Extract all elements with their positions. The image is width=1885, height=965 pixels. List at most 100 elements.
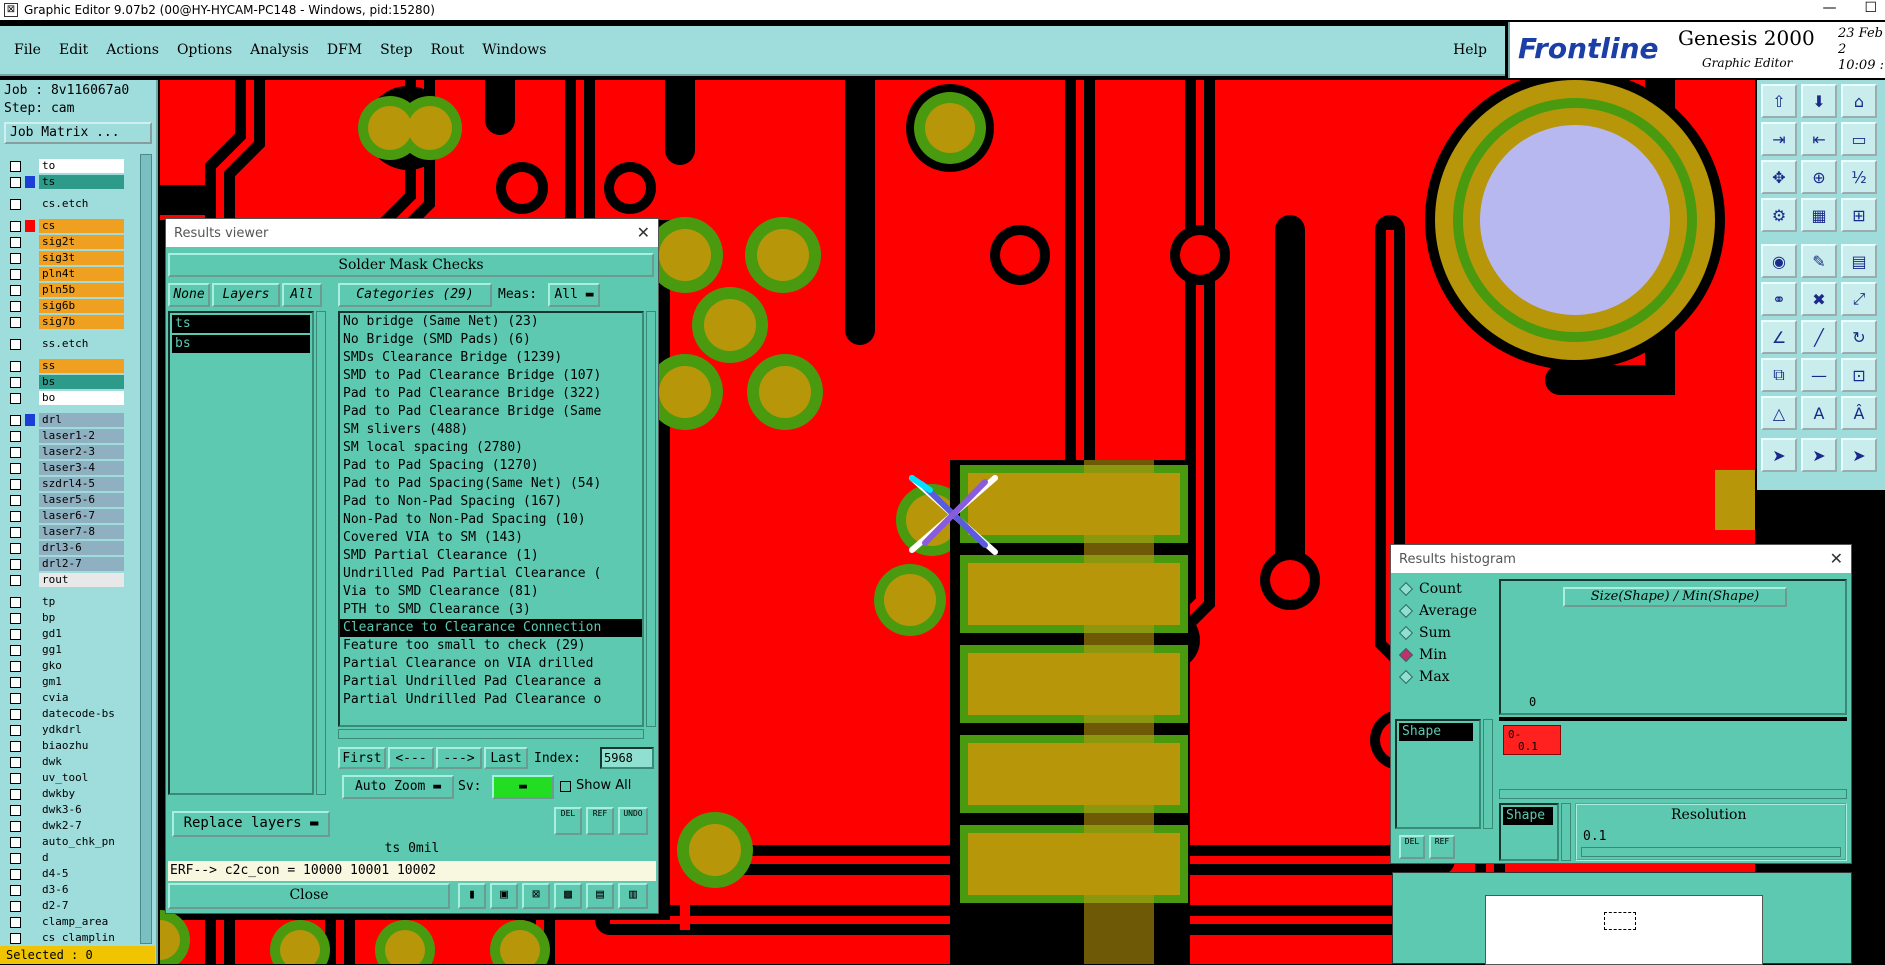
resolution-slider[interactable] [1581, 847, 1841, 857]
layer-row[interactable]: tp [6, 594, 124, 610]
layer-checkbox[interactable] [10, 360, 21, 372]
zoom-out-icon[interactable]: ⇤ [1801, 122, 1837, 156]
category-item[interactable]: Pad to Pad Clearance Bridge (Same [340, 403, 642, 421]
next-button[interactable]: ---> [436, 747, 482, 769]
layer-row[interactable]: bs [6, 374, 124, 390]
layer-checkbox[interactable] [10, 494, 21, 506]
layer-checkbox[interactable] [10, 836, 21, 848]
layer-row[interactable]: dwk3-6 [6, 802, 124, 818]
layer-name[interactable]: ydkdrl [39, 723, 124, 737]
result-layer-bs[interactable]: bs [172, 335, 310, 353]
layer-row[interactable]: d2-7 [6, 898, 124, 914]
pointer-move-icon[interactable]: ➤ [1841, 438, 1877, 472]
no-report-icon[interactable]: ⊠ [522, 883, 550, 909]
grid-icon[interactable]: ▦ [1801, 198, 1837, 232]
layer-checkbox[interactable] [10, 446, 21, 458]
result-layer-ts[interactable]: ts [172, 315, 310, 333]
all-button[interactable]: All [282, 283, 322, 307]
layer-checkbox[interactable] [10, 660, 21, 672]
arc-icon[interactable]: ↻ [1841, 320, 1877, 354]
edit-icon[interactable]: ✎ [1801, 244, 1837, 278]
show-all-checkbox[interactable] [560, 781, 571, 792]
layer-checkbox[interactable] [10, 176, 21, 188]
overview-view-box[interactable] [1604, 912, 1636, 930]
layers-button[interactable]: Layers [212, 283, 280, 307]
layer-row[interactable]: gg1 [6, 642, 124, 658]
job-matrix-button[interactable]: Job Matrix ... [4, 122, 152, 144]
layer-checkbox[interactable] [10, 740, 21, 752]
category-item[interactable]: Pad to Pad Spacing(Same Net) (54) [340, 475, 642, 493]
layer-checkbox[interactable] [10, 284, 21, 296]
layer-checkbox[interactable] [10, 692, 21, 704]
index-input[interactable]: 5968 [600, 747, 654, 769]
layer-checkbox[interactable] [10, 198, 21, 210]
histogram-icon[interactable]: ▥ [618, 883, 648, 909]
layer-checkbox[interactable] [10, 316, 21, 328]
layer-row[interactable]: ydkdrl [6, 722, 124, 738]
layer-row[interactable]: laser3-4 [6, 460, 124, 476]
layer-row[interactable]: cs [6, 218, 124, 234]
layer-name[interactable]: sig6b [39, 299, 124, 313]
category-item[interactable]: Clearance to Clearance Connection [340, 619, 642, 637]
layer-checkbox[interactable] [10, 916, 21, 928]
layer-checkbox[interactable] [10, 628, 21, 640]
layer-row[interactable]: ss [6, 358, 124, 374]
layer-name[interactable]: bo [39, 391, 124, 405]
line-icon[interactable]: ╱ [1801, 320, 1837, 354]
menu-help[interactable]: Help [1453, 42, 1487, 58]
layer-name[interactable]: d2-7 [39, 899, 124, 913]
shape-list[interactable]: Shape [1395, 719, 1481, 829]
menu-edit[interactable]: Edit [59, 42, 88, 58]
layer-name[interactable]: dwk3-6 [39, 803, 124, 817]
layer-row[interactable]: bp [6, 610, 124, 626]
category-item[interactable]: SM local spacing (2780) [340, 439, 642, 457]
layer-checkbox[interactable] [10, 772, 21, 784]
categories-button[interactable]: Categories (29) [338, 283, 492, 307]
category-item[interactable]: SM slivers (488) [340, 421, 642, 439]
layer-name[interactable]: laser2-3 [39, 445, 124, 459]
layer-checkbox[interactable] [10, 510, 21, 522]
overview-map[interactable] [1485, 895, 1763, 965]
layer-name[interactable]: drl2-7 [39, 557, 124, 571]
last-button[interactable]: Last [484, 747, 528, 769]
category-item[interactable]: SMD to Pad Clearance Bridge (107) [340, 367, 642, 385]
layer-checkbox[interactable] [10, 676, 21, 688]
frame-icon[interactable]: ⊡ [1841, 358, 1877, 392]
layer-checkbox[interactable] [10, 220, 21, 232]
histogram-option-max[interactable]: Max [1398, 669, 1450, 685]
pointer-select-icon[interactable]: ➤ [1801, 438, 1837, 472]
layer-name[interactable]: gg1 [39, 643, 124, 657]
category-item[interactable]: Via to SMD Clearance (81) [340, 583, 642, 601]
layer-row[interactable]: cs clamplin [6, 930, 124, 946]
layer-name[interactable]: dwkby [39, 787, 124, 801]
layer-row[interactable]: drl2-7 [6, 556, 124, 572]
layer-name[interactable]: pln4t [39, 267, 124, 281]
close-icon[interactable]: ✕ [1830, 549, 1843, 568]
meas-select[interactable]: All ▬ [548, 283, 600, 307]
text-box-icon[interactable]: Â [1841, 396, 1877, 430]
ruler-icon[interactable]: ▤ [1841, 244, 1877, 278]
layer-name[interactable]: uv_tool [39, 771, 124, 785]
layer-results-list[interactable]: ts bs [168, 311, 314, 795]
ref-button[interactable]: REF [586, 807, 614, 835]
layer-name[interactable]: sig3t [39, 251, 124, 265]
triangle-icon[interactable]: △ [1761, 396, 1797, 430]
layer-checkbox[interactable] [10, 268, 21, 280]
layer-row[interactable]: pln4t [6, 266, 124, 282]
layer-row[interactable]: sig3t [6, 250, 124, 266]
layer-name[interactable]: cs.etch [39, 197, 124, 211]
menu-step[interactable]: Step [380, 42, 412, 58]
layer-name[interactable]: gm1 [39, 675, 124, 689]
layer-row[interactable]: laser2-3 [6, 444, 124, 460]
layer-name[interactable]: laser7-8 [39, 525, 124, 539]
green-report-icon[interactable]: ▩ [554, 883, 582, 909]
fit-all-icon[interactable]: ✥ [1761, 160, 1797, 194]
prev-button[interactable]: <--- [388, 747, 434, 769]
category-item[interactable]: Partial Undrilled Pad Clearance o [340, 691, 642, 709]
layer-row[interactable]: d3-6 [6, 882, 124, 898]
shape-param-list[interactable]: Shape [1499, 803, 1559, 861]
layer-checkbox[interactable] [10, 724, 21, 736]
menu-file[interactable]: File [14, 42, 41, 58]
pointer-icon[interactable]: ➤ [1761, 438, 1797, 472]
layer-name[interactable]: dwk2-7 [39, 819, 124, 833]
